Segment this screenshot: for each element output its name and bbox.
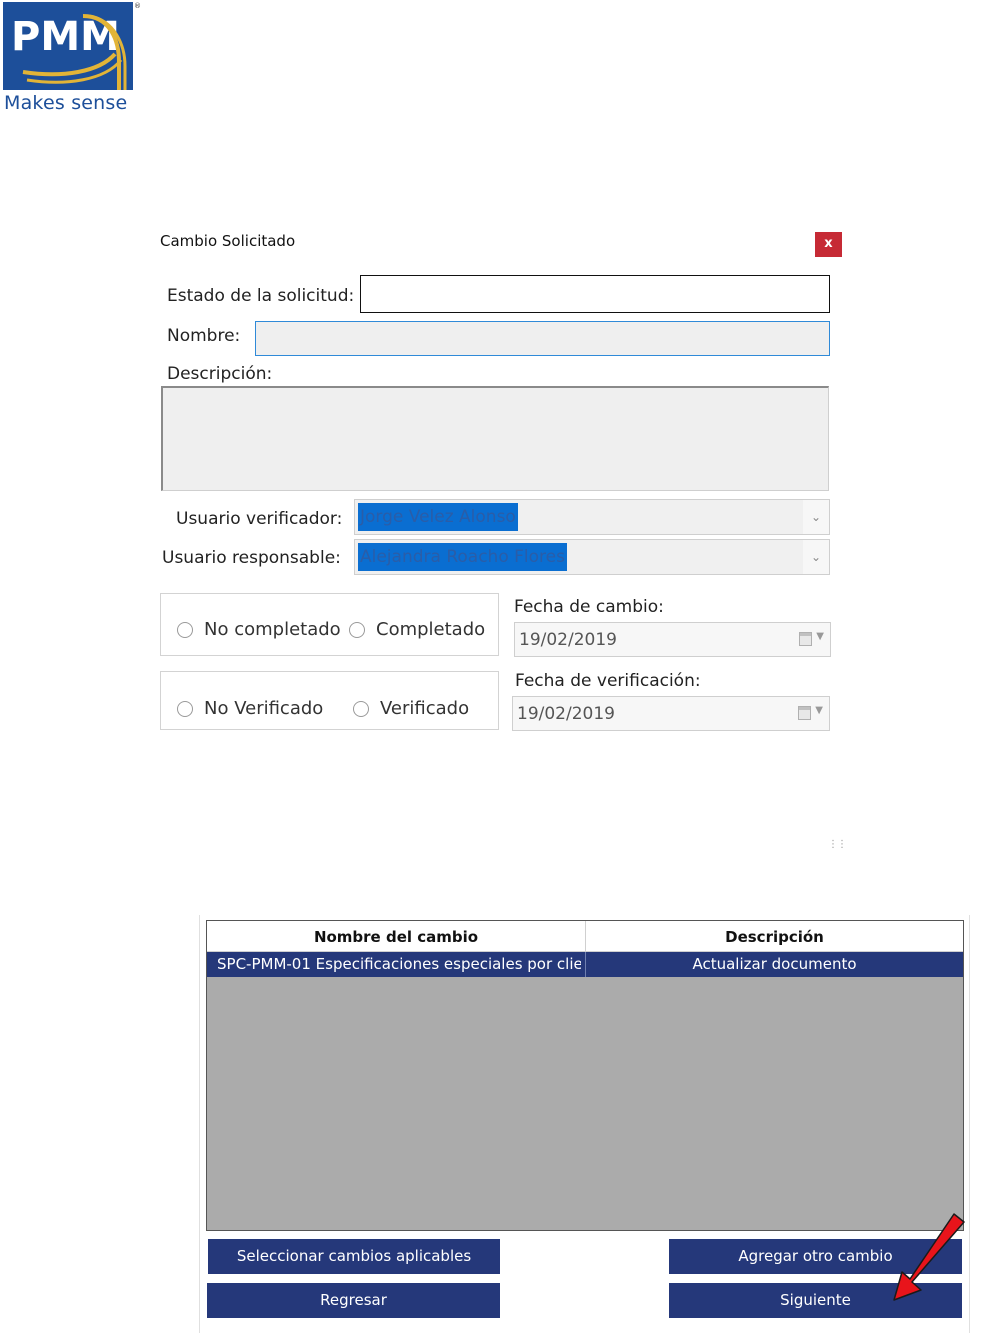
column-header-descripcion[interactable]: Descripción (586, 921, 963, 951)
calendar-icon[interactable] (798, 706, 811, 720)
no-verificado-radio[interactable] (177, 701, 193, 717)
table-row[interactable]: SPC-PMM-01 Especificaciones especiales p… (207, 952, 963, 977)
registered-mark: ® (134, 2, 141, 10)
verificador-select[interactable]: Jorge Velez Alonso ⌄ (354, 499, 830, 535)
verificado-label[interactable]: Verificado (380, 698, 469, 719)
descripcion-label: Descripción: (167, 364, 273, 384)
calendar-icon[interactable] (799, 632, 812, 646)
resize-grip-icon[interactable]: ⋮⋮ (828, 840, 847, 850)
verificador-label: Usuario verificador: (176, 509, 343, 529)
cell-nombre: SPC-PMM-01 Especificaciones especiales p… (217, 955, 581, 973)
verificador-value: Jorge Velez Alonso (358, 503, 518, 531)
chevron-down-icon[interactable]: ⌄ (803, 540, 829, 574)
responsable-select[interactable]: Alejandra Roacho Flores ⌄ (354, 539, 830, 575)
nombre-label: Nombre: (167, 326, 241, 346)
verificado-radio[interactable] (353, 701, 369, 717)
completado-radio[interactable] (349, 622, 365, 638)
panel-border-right (969, 915, 970, 1333)
cell-descripcion: Actualizar documento (692, 955, 857, 973)
dialog-title: Cambio Solicitado (160, 232, 296, 250)
fecha-cambio-value: 19/02/2019 (519, 630, 617, 650)
changes-table[interactable]: Nombre del cambio Descripción SPC-PMM-01… (206, 920, 964, 1231)
responsable-value: Alejandra Roacho Flores (358, 543, 567, 571)
annotation-arrow-icon (893, 1213, 965, 1301)
dropdown-arrow-icon[interactable]: ▼ (816, 631, 824, 642)
responsable-label: Usuario responsable: (162, 548, 341, 568)
fecha-verificacion-picker[interactable]: 19/02/2019 ▼ (512, 696, 830, 731)
logo-mark: PMM (3, 2, 133, 90)
close-button[interactable]: x (815, 232, 842, 257)
no-completado-radio[interactable] (177, 622, 193, 638)
pmm-logo: PMM ® Makes sense (3, 2, 141, 118)
table-header: Nombre del cambio Descripción (207, 921, 963, 952)
fecha-cambio-picker[interactable]: 19/02/2019 ▼ (514, 622, 831, 657)
chevron-down-icon[interactable]: ⌄ (803, 500, 829, 534)
fecha-cambio-label: Fecha de cambio: (514, 597, 664, 617)
seleccionar-cambios-button[interactable]: Seleccionar cambios aplicables (208, 1239, 500, 1274)
column-header-nombre[interactable]: Nombre del cambio (207, 921, 586, 951)
fecha-verificacion-value: 19/02/2019 (517, 704, 615, 724)
estado-label: Estado de la solicitud: (167, 286, 355, 306)
dropdown-arrow-icon[interactable]: ▼ (815, 705, 823, 716)
logo-tagline: Makes sense (4, 92, 128, 114)
panel-border-left (199, 915, 200, 1333)
verification-radio-group: No Verificado Verificado (160, 671, 499, 730)
completado-label[interactable]: Completado (376, 619, 485, 640)
completion-radio-group: No completado Completado (160, 593, 499, 656)
regresar-button[interactable]: Regresar (207, 1283, 500, 1318)
descripcion-textarea[interactable] (161, 386, 829, 491)
fecha-verificacion-label: Fecha de verificación: (515, 671, 701, 691)
nombre-input[interactable] (255, 321, 830, 356)
estado-input[interactable] (360, 275, 830, 313)
no-completado-label[interactable]: No completado (204, 619, 341, 640)
no-verificado-label[interactable]: No Verificado (204, 698, 323, 719)
